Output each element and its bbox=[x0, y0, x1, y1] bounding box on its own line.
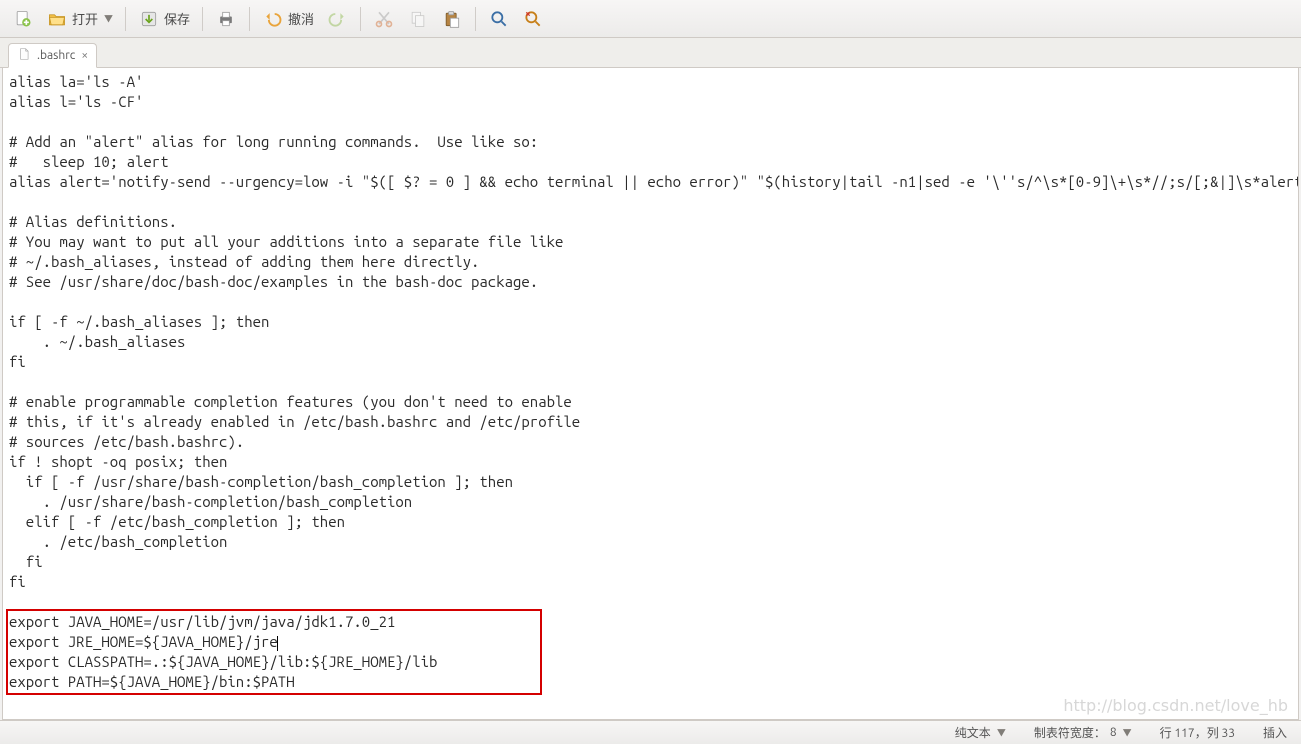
print-button[interactable] bbox=[209, 4, 243, 34]
separator bbox=[475, 7, 476, 31]
chevron-down-icon: ▼ bbox=[104, 12, 113, 25]
undo-label: 撤消 bbox=[288, 9, 314, 28]
open-button[interactable]: 打开 ▼ bbox=[40, 4, 119, 34]
separator bbox=[360, 7, 361, 31]
chevron-down-icon: ▼ bbox=[997, 726, 1006, 739]
insert-mode[interactable]: 插入 bbox=[1263, 724, 1287, 741]
new-file-button[interactable] bbox=[6, 4, 40, 34]
tab-bar: .bashrc × bbox=[0, 38, 1301, 68]
cursor-position-text: 行 117，列 33 bbox=[1160, 724, 1235, 741]
print-icon bbox=[215, 8, 237, 30]
find-button[interactable] bbox=[482, 4, 516, 34]
tab-close-icon[interactable]: × bbox=[81, 49, 88, 62]
find-replace-icon bbox=[522, 8, 544, 30]
redo-button[interactable] bbox=[320, 4, 354, 34]
code-content[interactable]: alias la='ls -A' alias l='ls -CF' # Add … bbox=[3, 68, 1298, 696]
search-icon bbox=[488, 8, 510, 30]
tab-width-label: 制表符宽度： bbox=[1034, 724, 1106, 741]
file-icon bbox=[17, 47, 31, 64]
save-button[interactable]: 保存 bbox=[132, 4, 196, 34]
separator bbox=[125, 7, 126, 31]
save-label: 保存 bbox=[164, 9, 190, 28]
copy-button[interactable] bbox=[401, 4, 435, 34]
chevron-down-icon: ▼ bbox=[1123, 726, 1132, 739]
status-bar: 纯文本 ▼ 制表符宽度： 8 ▼ 行 117，列 33 插入 bbox=[0, 720, 1301, 744]
syntax-mode-selector[interactable]: 纯文本 ▼ bbox=[955, 724, 1006, 741]
separator bbox=[202, 7, 203, 31]
toolbar: 打开 ▼ 保存 撤消 bbox=[0, 0, 1301, 38]
new-file-icon bbox=[12, 8, 34, 30]
cut-button[interactable] bbox=[367, 4, 401, 34]
tab-bashrc[interactable]: .bashrc × bbox=[8, 43, 97, 68]
save-icon bbox=[138, 8, 160, 30]
copy-icon bbox=[407, 8, 429, 30]
find-replace-button[interactable] bbox=[516, 4, 550, 34]
paste-icon bbox=[441, 8, 463, 30]
cursor-position: 行 117，列 33 bbox=[1160, 724, 1235, 741]
tab-width-value: 8 bbox=[1110, 726, 1117, 739]
insert-mode-label: 插入 bbox=[1263, 724, 1287, 741]
watermark-text: http://blog.csdn.net/love_hb bbox=[1063, 696, 1288, 715]
open-label: 打开 bbox=[72, 9, 98, 28]
tab-label: .bashrc bbox=[37, 49, 75, 62]
tab-width-selector[interactable]: 制表符宽度： 8 ▼ bbox=[1034, 724, 1132, 741]
cut-icon bbox=[373, 8, 395, 30]
folder-open-icon bbox=[46, 8, 68, 30]
redo-icon bbox=[326, 8, 348, 30]
syntax-mode-label: 纯文本 bbox=[955, 724, 991, 741]
separator bbox=[249, 7, 250, 31]
undo-icon bbox=[262, 8, 284, 30]
undo-button[interactable]: 撤消 bbox=[256, 4, 320, 34]
editor-area[interactable]: alias la='ls -A' alias l='ls -CF' # Add … bbox=[2, 68, 1299, 720]
paste-button[interactable] bbox=[435, 4, 469, 34]
